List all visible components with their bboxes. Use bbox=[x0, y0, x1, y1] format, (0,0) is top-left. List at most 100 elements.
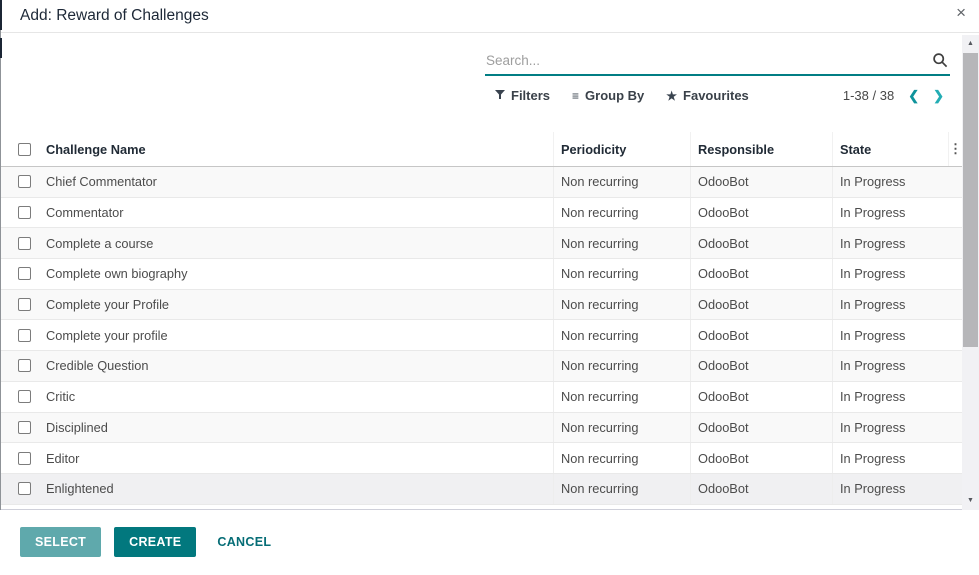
table-row[interactable]: Complete your profileNon recurringOdooBo… bbox=[0, 320, 962, 351]
periodicity-cell: Non recurring bbox=[553, 198, 690, 228]
row-checkbox[interactable] bbox=[18, 482, 31, 495]
challenge-name-cell[interactable]: Commentator bbox=[46, 198, 553, 228]
favourites-label: Favourites bbox=[683, 88, 749, 103]
responsible-cell: OdooBot bbox=[690, 413, 832, 443]
row-spacer-cell bbox=[948, 259, 962, 289]
vertical-scrollbar[interactable]: ▲ ▼ bbox=[962, 35, 979, 510]
select-all-cell bbox=[0, 132, 46, 166]
filters-label: Filters bbox=[511, 88, 550, 103]
challenge-name-cell[interactable]: Complete your profile bbox=[46, 320, 553, 350]
table-row[interactable]: EditorNon recurringOdooBotIn Progress bbox=[0, 443, 962, 474]
row-select-cell bbox=[0, 198, 46, 228]
column-header-challenge-name[interactable]: Challenge Name bbox=[46, 132, 553, 166]
row-spacer-cell bbox=[948, 413, 962, 443]
row-checkbox[interactable] bbox=[18, 237, 31, 250]
table-row[interactable]: Chief CommentatorNon recurringOdooBotIn … bbox=[0, 167, 962, 198]
state-cell: In Progress bbox=[832, 351, 948, 381]
row-spacer-cell bbox=[948, 228, 962, 258]
challenge-name-cell[interactable]: Enlightened bbox=[46, 474, 553, 504]
challenge-name-cell[interactable]: Chief Commentator bbox=[46, 167, 553, 197]
create-button[interactable]: CREATE bbox=[114, 527, 196, 557]
row-checkbox[interactable] bbox=[18, 452, 31, 465]
row-select-cell bbox=[0, 259, 46, 289]
row-checkbox[interactable] bbox=[18, 267, 31, 280]
state-cell: In Progress bbox=[832, 413, 948, 443]
challenge-name-cell[interactable]: Complete your Profile bbox=[46, 290, 553, 320]
row-checkbox[interactable] bbox=[18, 421, 31, 434]
row-select-cell bbox=[0, 320, 46, 350]
periodicity-cell: Non recurring bbox=[553, 443, 690, 473]
add-reward-dialog: Add: Reward of Challenges × bbox=[0, 0, 979, 575]
dialog-footer: SELECT CREATE CANCEL bbox=[0, 509, 979, 573]
filters-button[interactable]: Filters bbox=[495, 88, 550, 103]
select-all-checkbox[interactable] bbox=[18, 143, 31, 156]
select-button[interactable]: SELECT bbox=[20, 527, 101, 557]
challenge-name-cell[interactable]: Disciplined bbox=[46, 413, 553, 443]
row-checkbox[interactable] bbox=[18, 359, 31, 372]
state-cell: In Progress bbox=[832, 290, 948, 320]
column-header-responsible[interactable]: Responsible bbox=[690, 132, 832, 166]
window-edge-artifact bbox=[0, 30, 1, 510]
responsible-cell: OdooBot bbox=[690, 474, 832, 504]
row-checkbox[interactable] bbox=[18, 175, 31, 188]
periodicity-cell: Non recurring bbox=[553, 167, 690, 197]
table-header-row: Challenge Name Periodicity Responsible S… bbox=[0, 132, 962, 167]
state-cell: In Progress bbox=[832, 382, 948, 412]
cancel-button[interactable]: CANCEL bbox=[209, 527, 279, 557]
periodicity-cell: Non recurring bbox=[553, 228, 690, 258]
table-row[interactable]: Complete a courseNon recurringOdooBotIn … bbox=[0, 228, 962, 259]
table-row[interactable]: Complete your ProfileNon recurringOdooBo… bbox=[0, 290, 962, 321]
dialog-title: Add: Reward of Challenges bbox=[20, 7, 209, 25]
dialog-header: Add: Reward of Challenges × bbox=[0, 0, 979, 33]
search-icon[interactable] bbox=[932, 52, 948, 68]
row-checkbox[interactable] bbox=[18, 206, 31, 219]
row-checkbox[interactable] bbox=[18, 329, 31, 342]
search-input[interactable] bbox=[485, 46, 950, 74]
periodicity-cell: Non recurring bbox=[553, 351, 690, 381]
state-cell: In Progress bbox=[832, 228, 948, 258]
column-header-periodicity[interactable]: Periodicity bbox=[553, 132, 690, 166]
table-row[interactable]: EnlightenedNon recurringOdooBotIn Progre… bbox=[0, 474, 962, 505]
star-icon: ★ bbox=[666, 90, 677, 102]
pager-next-icon[interactable]: ❯ bbox=[933, 89, 944, 102]
responsible-cell: OdooBot bbox=[690, 259, 832, 289]
responsible-cell: OdooBot bbox=[690, 443, 832, 473]
scrollbar-thumb[interactable] bbox=[963, 53, 978, 347]
challenge-name-cell[interactable]: Editor bbox=[46, 443, 553, 473]
row-spacer-cell bbox=[948, 474, 962, 504]
periodicity-cell: Non recurring bbox=[553, 474, 690, 504]
favourites-button[interactable]: ★ Favourites bbox=[666, 88, 749, 103]
scroll-up-icon[interactable]: ▲ bbox=[962, 37, 979, 51]
periodicity-cell: Non recurring bbox=[553, 413, 690, 443]
row-select-cell bbox=[0, 382, 46, 412]
responsible-cell: OdooBot bbox=[690, 167, 832, 197]
row-checkbox[interactable] bbox=[18, 390, 31, 403]
pager-prev-icon[interactable]: ❮ bbox=[908, 89, 919, 102]
challenge-name-cell[interactable]: Credible Question bbox=[46, 351, 553, 381]
challenge-name-cell[interactable]: Critic bbox=[46, 382, 553, 412]
search-bar bbox=[485, 46, 950, 76]
responsible-cell: OdooBot bbox=[690, 382, 832, 412]
close-icon[interactable]: × bbox=[956, 3, 966, 23]
pager-range: 1-38 / 38 bbox=[843, 88, 894, 103]
table-row[interactable]: CommentatorNon recurringOdooBotIn Progre… bbox=[0, 198, 962, 229]
responsible-cell: OdooBot bbox=[690, 228, 832, 258]
optional-columns-cell: ⋮ bbox=[948, 132, 962, 166]
filters-row: Filters ≡ Group By ★ Favourites 1-38 / 3… bbox=[485, 88, 950, 103]
challenge-name-cell[interactable]: Complete own biography bbox=[46, 259, 553, 289]
filter-funnel-icon bbox=[495, 90, 505, 102]
table-row[interactable]: CriticNon recurringOdooBotIn Progress bbox=[0, 382, 962, 413]
challenge-name-cell[interactable]: Complete a course bbox=[46, 228, 553, 258]
row-spacer-cell bbox=[948, 320, 962, 350]
group-by-button[interactable]: ≡ Group By bbox=[572, 88, 644, 103]
table-row[interactable]: DisciplinedNon recurringOdooBotIn Progre… bbox=[0, 413, 962, 444]
group-by-icon: ≡ bbox=[572, 90, 579, 102]
row-select-cell bbox=[0, 351, 46, 381]
optional-columns-icon[interactable]: ⋮ bbox=[949, 141, 962, 157]
row-checkbox[interactable] bbox=[18, 298, 31, 311]
column-header-state[interactable]: State bbox=[832, 132, 948, 166]
table-row[interactable]: Complete own biographyNon recurringOdooB… bbox=[0, 259, 962, 290]
table-row[interactable]: Credible QuestionNon recurringOdooBotIn … bbox=[0, 351, 962, 382]
scroll-down-icon[interactable]: ▼ bbox=[962, 494, 979, 508]
row-spacer-cell bbox=[948, 198, 962, 228]
